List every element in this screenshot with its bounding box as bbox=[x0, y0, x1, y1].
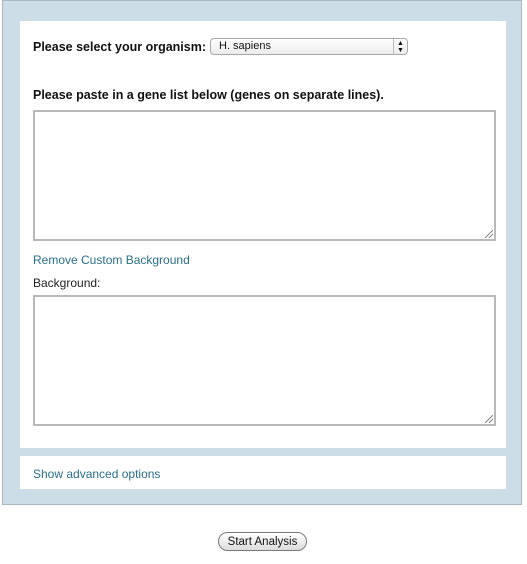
form-container: Please select your organism: H. sapiens … bbox=[2, 0, 522, 505]
organism-select[interactable]: H. sapiens ▲ ▼ bbox=[210, 38, 408, 55]
organism-label: Please select your organism: bbox=[33, 40, 206, 54]
gene-list-textarea[interactable] bbox=[33, 110, 496, 241]
background-textarea[interactable] bbox=[33, 295, 496, 426]
advanced-options-panel: Show advanced options bbox=[20, 456, 506, 489]
main-form-panel: Please select your organism: H. sapiens … bbox=[20, 21, 506, 448]
start-analysis-button[interactable]: Start Analysis bbox=[218, 532, 307, 551]
background-label: Background: bbox=[33, 276, 101, 290]
remove-custom-background-link[interactable]: Remove Custom Background bbox=[33, 253, 190, 267]
show-advanced-options-link[interactable]: Show advanced options bbox=[33, 467, 160, 481]
organism-select-value: H. sapiens bbox=[219, 40, 271, 52]
resize-grip-icon[interactable] bbox=[485, 415, 493, 423]
resize-grip-icon[interactable] bbox=[485, 230, 493, 238]
gene-list-label: Please paste in a gene list below (genes… bbox=[33, 88, 384, 102]
updown-arrows-icon: ▲ ▼ bbox=[393, 39, 407, 54]
